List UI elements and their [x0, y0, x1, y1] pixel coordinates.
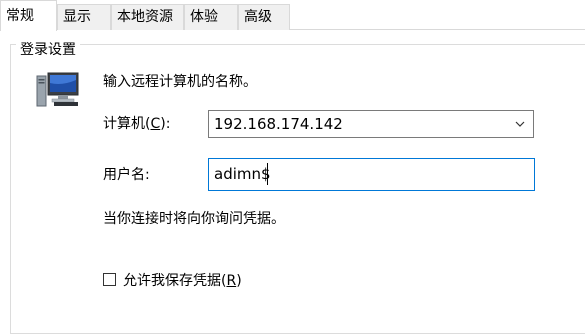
tab-general[interactable]: 常规: [0, 0, 57, 31]
username-input[interactable]: adimn$: [208, 158, 535, 191]
computer-combobox[interactable]: 192.168.174.142: [208, 110, 534, 138]
username-label: 用户名:: [103, 167, 150, 183]
computer-icon: [36, 72, 79, 107]
computer-label: 计算机(C):: [103, 116, 171, 132]
text-caret: [267, 163, 268, 185]
intro-text: 输入远程计算机的名称。: [103, 74, 257, 90]
tab-strip: 常规 显示 本地资源 体验 高级: [0, 0, 585, 31]
save-credentials-checkbox[interactable]: [103, 273, 116, 286]
save-credentials-label[interactable]: 允许我保存凭据(R): [123, 272, 242, 290]
tab-local-resources[interactable]: 本地资源: [111, 4, 184, 30]
group-title: 登录设置: [16, 41, 80, 59]
chevron-down-icon[interactable]: [515, 120, 525, 128]
tab-experience[interactable]: 体验: [184, 4, 238, 30]
computer-combobox-value: 192.168.174.142: [214, 115, 343, 133]
tab-display[interactable]: 显示: [57, 4, 111, 30]
tab-advanced[interactable]: 高级: [238, 4, 290, 30]
username-input-value: adimn$: [214, 165, 271, 183]
credentials-prompt-text: 当你连接时将向你询问凭据。: [103, 211, 285, 227]
